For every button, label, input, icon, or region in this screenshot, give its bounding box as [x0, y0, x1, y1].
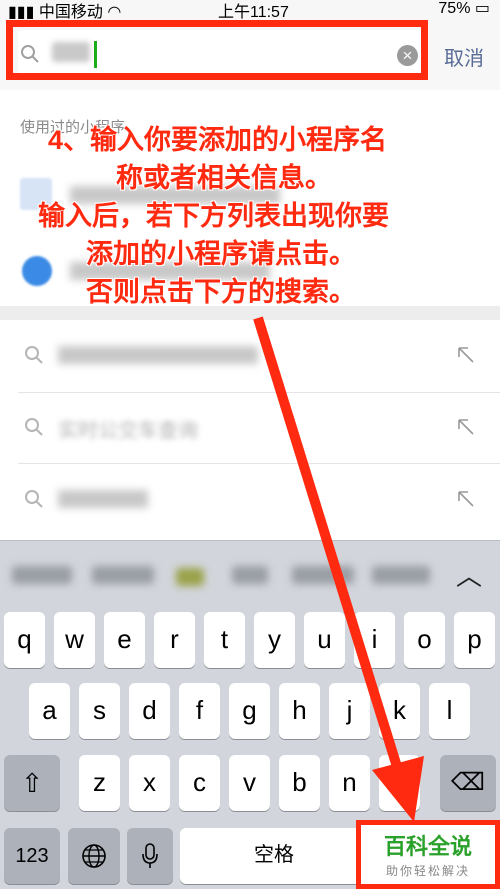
annotation-text: 输入后，若下方列表出现你要: [38, 201, 389, 231]
logo-subtitle: 助你轻松解决: [385, 864, 470, 878]
annotation-text: 称或者相关信息。: [116, 163, 332, 193]
annotation-text: 添加的小程序请点击。: [86, 239, 356, 269]
watermark-logo: 百科全说 助你轻松解决: [356, 820, 500, 889]
annotation-text: 否则点击下方的搜索。: [86, 277, 356, 307]
logo-title: 百科全说: [383, 834, 472, 859]
annotation-text: 4、输入你要添加的小程序名: [48, 125, 388, 155]
